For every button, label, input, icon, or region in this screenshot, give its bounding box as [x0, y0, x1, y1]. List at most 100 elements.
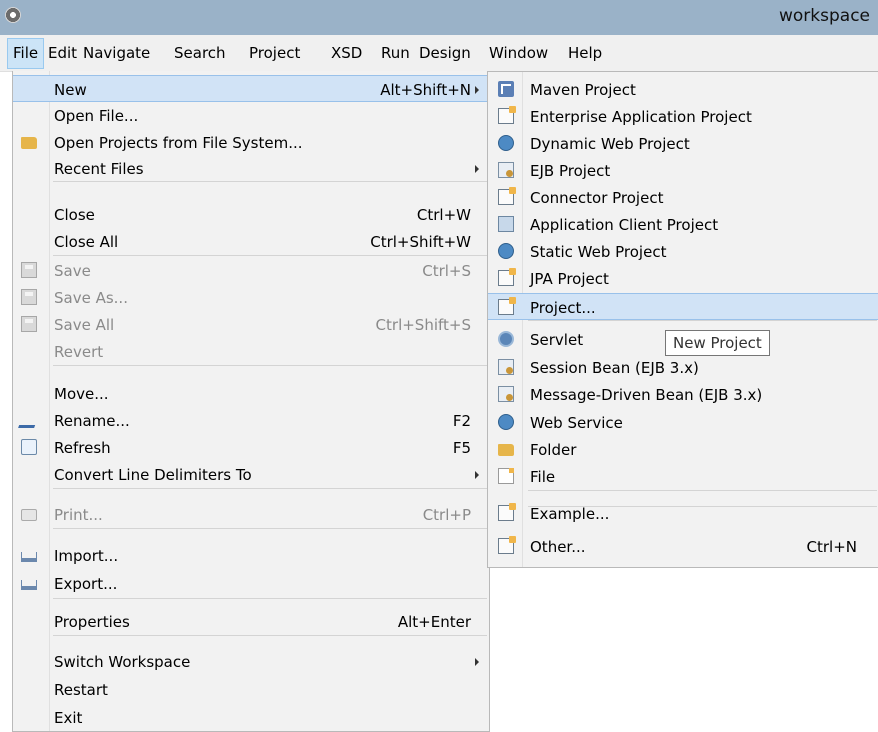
menu-item-label: Save All: [54, 316, 115, 334]
menu-item-label: Revert: [54, 343, 104, 361]
file-menu-item-print[interactable]: Print... Ctrl+P: [13, 501, 489, 528]
menu-item-shortcut: Ctrl+W: [416, 206, 471, 224]
new-submenu-item-other[interactable]: Other... Ctrl+N: [488, 533, 878, 560]
file-menu-item-rename[interactable]: Rename... F2: [13, 407, 489, 434]
message-bean-icon: [498, 386, 514, 402]
menu-item-label: Switch Workspace: [54, 653, 191, 671]
import-icon: [21, 552, 37, 562]
file-menu-item-recent-files[interactable]: Recent Files: [13, 155, 489, 182]
menu-separator: [53, 528, 487, 529]
file-menu-item-exit[interactable]: Exit: [13, 704, 489, 731]
menu-item-label: Move...: [54, 385, 109, 403]
menu-item-label: Import...: [54, 547, 119, 565]
file-menu-item-close-all[interactable]: Close All Ctrl+Shift+W: [13, 228, 489, 255]
new-submenu-item-ejb-project[interactable]: EJB Project: [488, 157, 878, 184]
menu-file[interactable]: File: [7, 38, 45, 69]
file-menu-item-move[interactable]: Move...: [13, 380, 489, 407]
menu-item-shortcut: Ctrl+Shift+S: [375, 316, 471, 334]
menu-item-label: New: [54, 81, 87, 99]
new-submenu-item-dynamic-web-project[interactable]: Dynamic Web Project: [488, 130, 878, 157]
menu-separator: [53, 598, 487, 599]
rename-icon: [18, 412, 40, 428]
file-menu-item-export[interactable]: Export...: [13, 570, 489, 597]
menu-item-label: Refresh: [54, 439, 111, 457]
menu-search[interactable]: Search: [174, 44, 226, 62]
file-menu-item-save-all[interactable]: Save All Ctrl+Shift+S: [13, 311, 489, 338]
new-submenu-item-maven-project[interactable]: Maven Project: [488, 76, 878, 103]
new-submenu-item-message-driven-bean-ejb-3-x[interactable]: Message-Driven Bean (EJB 3.x): [488, 381, 878, 408]
menu-separator: [528, 490, 877, 491]
session-bean-icon: [498, 359, 514, 375]
menu-item-label: Rename...: [54, 412, 130, 430]
new-submenu-item-application-client-project[interactable]: Application Client Project: [488, 211, 878, 238]
new-submenu-item-project[interactable]: Project...: [488, 293, 878, 320]
file-menu-item-properties[interactable]: Properties Alt+Enter: [13, 608, 489, 635]
menu-help[interactable]: Help: [568, 44, 602, 62]
menu-item-label: File: [530, 468, 556, 486]
menu-window[interactable]: Window: [489, 44, 548, 62]
disk-icon: [21, 289, 37, 305]
file-menu-item-revert[interactable]: Revert: [13, 338, 489, 365]
menu-run[interactable]: Run: [381, 44, 410, 62]
menu-item-label: Enterprise Application Project: [530, 108, 752, 126]
menu-item-label: Restart: [54, 681, 108, 699]
new-submenu-item-file[interactable]: File: [488, 463, 878, 490]
file-menu-item-close[interactable]: Close Ctrl+W: [13, 201, 489, 228]
file-menu-item-save[interactable]: Save Ctrl+S: [13, 257, 489, 284]
file-menu-item-import[interactable]: Import...: [13, 542, 489, 569]
file-menu-item-switch-workspace[interactable]: Switch Workspace: [13, 648, 489, 675]
file-menu-item-open-projects-from-file-system[interactable]: Open Projects from File System...: [13, 129, 489, 156]
submenu-arrow-icon: [475, 165, 479, 173]
menu-item-shortcut: Ctrl+Shift+W: [370, 233, 471, 251]
new-submenu-item-session-bean-ejb-3-x[interactable]: Session Bean (EJB 3.x): [488, 354, 878, 381]
menu-item-label: Recent Files: [54, 160, 144, 178]
menu-item-label: Servlet: [530, 331, 584, 349]
file-menu-item-new[interactable]: New Alt+Shift+N: [13, 75, 489, 102]
menu-xsd[interactable]: XSD: [331, 44, 362, 62]
title-bar: workspace: [0, 0, 878, 35]
new-submenu-item-folder[interactable]: Folder: [488, 436, 878, 463]
menu-item-label: Message-Driven Bean (EJB 3.x): [530, 386, 763, 404]
file-menu-item-refresh[interactable]: Refresh F5: [13, 434, 489, 461]
menu-item-label: Exit: [54, 709, 83, 727]
new-submenu-item-connector-project[interactable]: Connector Project: [488, 184, 878, 211]
menu-item-label: Save As...: [54, 289, 128, 307]
menu-project[interactable]: Project: [249, 44, 300, 62]
menu-separator: [53, 255, 487, 256]
disk-icon: [21, 262, 37, 278]
menu-item-label: Project...: [530, 299, 596, 317]
export-icon: [21, 580, 37, 590]
file-icon: [498, 468, 514, 484]
maven-icon: [498, 81, 514, 97]
menu-design[interactable]: Design: [419, 44, 471, 62]
folder-icon: [21, 137, 37, 149]
new-submenu-item-example[interactable]: Example...: [488, 500, 878, 527]
menu-bar: File Edit Navigate Search Project XSD Run Desig…: [0, 35, 878, 72]
new-submenu-item-jpa-project[interactable]: JPA Project: [488, 265, 878, 292]
menu-item-label: Properties: [54, 613, 130, 631]
menu-navigate[interactable]: Navigate: [83, 44, 150, 62]
new-submenu-item-static-web-project[interactable]: Static Web Project: [488, 238, 878, 265]
eclipse-app-icon[interactable]: [5, 7, 21, 23]
tooltip-new-project: New Project: [665, 330, 770, 356]
file-menu-item-convert-line-delimiters-to[interactable]: Convert Line Delimiters To: [13, 461, 489, 488]
menu-item-shortcut: Ctrl+S: [422, 262, 471, 280]
menu-item-label: Application Client Project: [530, 216, 719, 234]
new-submenu-item-enterprise-application-project[interactable]: Enterprise Application Project: [488, 103, 878, 130]
menu-edit[interactable]: Edit: [48, 44, 77, 62]
new-submenu-item-web-service[interactable]: Web Service: [488, 409, 878, 436]
file-menu: New Alt+Shift+N Open File... Open Projects …: [12, 71, 490, 732]
menu-separator: [53, 635, 487, 636]
file-menu-item-save-as[interactable]: Save As...: [13, 284, 489, 311]
menu-item-label: Folder: [530, 441, 577, 459]
project-icon: [498, 297, 516, 315]
jpa-project-icon: [498, 268, 516, 286]
new-submenu: Maven Project Enterprise Application Proj…: [487, 71, 878, 568]
file-menu-item-restart[interactable]: Restart: [13, 676, 489, 703]
menu-separator: [53, 181, 487, 182]
menu-separator: [53, 488, 487, 489]
web-project-icon: [498, 135, 514, 151]
menu-item-label: JPA Project: [530, 270, 609, 288]
file-menu-item-open-file[interactable]: Open File...: [13, 102, 489, 129]
menu-item-label: Connector Project: [530, 189, 664, 207]
